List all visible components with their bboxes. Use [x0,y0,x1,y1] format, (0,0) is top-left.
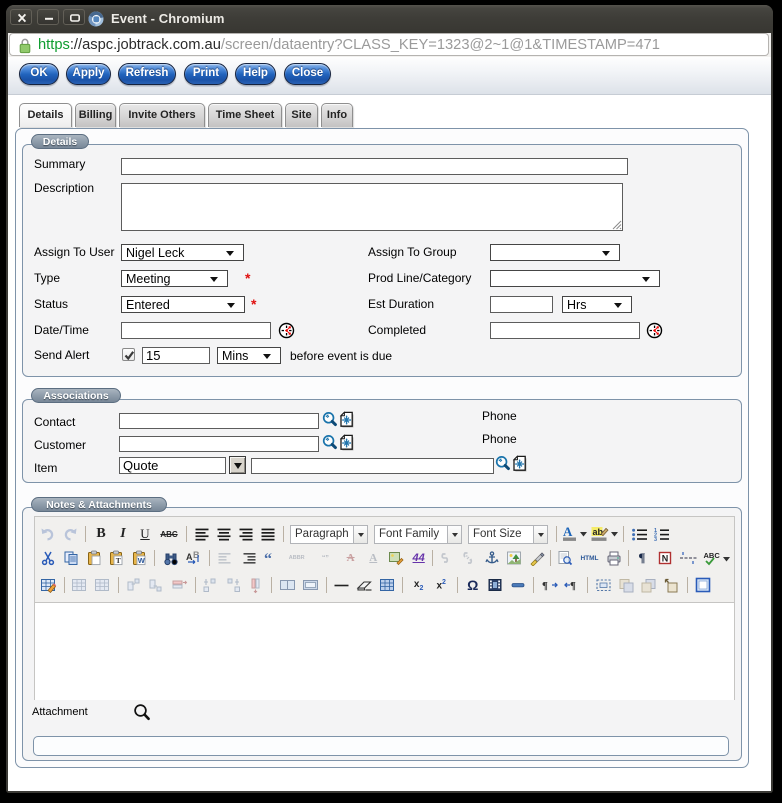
svg-text:“: “ [264,551,272,566]
svg-text:T: T [116,556,121,565]
svg-text:B: B [193,550,200,560]
svg-text:A: A [186,552,193,562]
svg-text:N: N [661,554,668,564]
svg-text:A: A [563,525,573,539]
svg-text:W: W [138,556,146,565]
svg-text:¶: ¶ [570,580,576,592]
svg-text:ab: ab [592,527,603,537]
svg-text:¶: ¶ [542,580,548,592]
svg-text:ABC: ABC [703,551,720,560]
svg-text:3: 3 [654,537,657,542]
